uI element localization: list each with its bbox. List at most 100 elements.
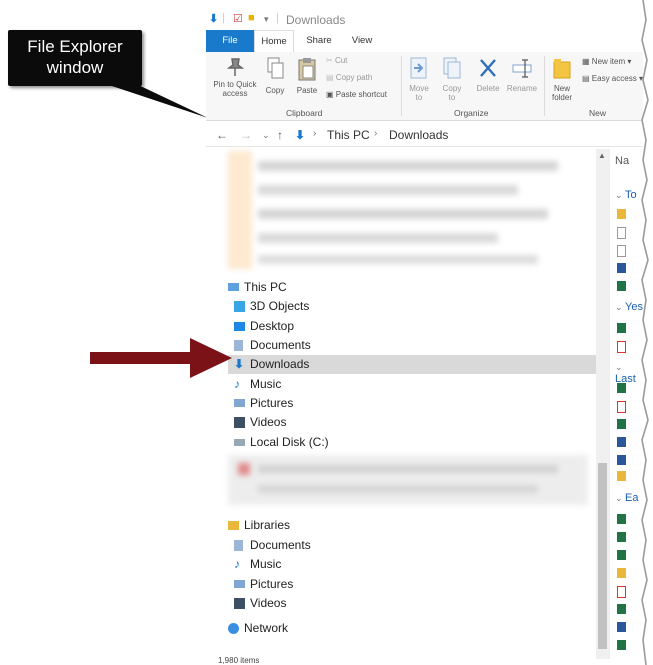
tab-view[interactable]: View (345, 30, 379, 52)
copy-button[interactable]: Copy (262, 56, 288, 95)
address-bar: ← → ⌄ ↑ ⬇ › This PC › Downloads (206, 124, 643, 147)
rename-button[interactable]: Rename (506, 56, 538, 93)
torn-edge (641, 0, 649, 665)
nav-lib-videos[interactable]: Videos (234, 594, 434, 613)
nav-libraries[interactable]: Libraries (228, 516, 428, 535)
nav-pictures[interactable]: Pictures (234, 394, 434, 413)
callout-line-1: File Explorer (27, 37, 123, 56)
tab-home[interactable]: Home (254, 30, 294, 52)
column-header-name[interactable]: Na (615, 155, 629, 167)
nav-libraries-label: Libraries (244, 518, 291, 532)
delete-label: Delete (476, 84, 500, 93)
nav-network-label: Network (244, 621, 289, 635)
breadcrumb-chevron-icon[interactable]: › (313, 128, 316, 139)
chevron-down-icon: ⌄ (615, 302, 626, 312)
excel-icon (617, 550, 626, 560)
nav-lib-documents[interactable]: Documents (234, 536, 434, 555)
copy-path-button[interactable]: ▤ Copy path (326, 73, 372, 82)
pdf-icon (617, 341, 626, 353)
move-to-label-1: Move (409, 84, 429, 93)
window-title: Downloads (286, 13, 346, 27)
scissors-icon: ✂ (326, 56, 333, 65)
pin-icon (226, 58, 245, 76)
pdf-icon (617, 401, 626, 413)
group-header-earlier[interactable]: ⌄ Ea (615, 492, 639, 504)
drive-icon (234, 439, 245, 446)
computer-icon (228, 283, 239, 291)
nav-network[interactable]: Network (228, 619, 428, 638)
copy-label: Copy (265, 86, 285, 95)
group-header-today[interactable]: ⌄ To (615, 189, 637, 201)
up-icon[interactable]: ↑ (277, 128, 283, 142)
properties-icon[interactable]: ☑ (233, 12, 243, 25)
pin-to-quick-access-button[interactable]: Pin to Quick access (210, 56, 260, 98)
pdf-icon (617, 586, 626, 598)
excel-icon (617, 532, 626, 542)
tab-share[interactable]: Share (301, 30, 337, 52)
tab-file[interactable]: File (206, 30, 254, 52)
scroll-up-icon[interactable]: ▲ (598, 151, 606, 160)
new-folder-button[interactable]: New folder (548, 56, 576, 102)
nav-downloads[interactable]: ⬇ Downloads (228, 355, 598, 374)
desktop-icon (234, 322, 245, 331)
nav-3d-objects[interactable]: 3D Objects (234, 297, 434, 316)
move-to-button[interactable]: Move to (406, 56, 432, 102)
rename-label: Rename (506, 84, 538, 93)
breadcrumb-downloads[interactable]: Downloads (389, 128, 448, 142)
nav-lib-music[interactable]: ♪ Music (234, 555, 434, 574)
group-header-yesterday[interactable]: ⌄ Yes (615, 301, 643, 313)
word-icon (617, 622, 626, 632)
pointer-arrow (90, 338, 232, 378)
new-group-label: New (589, 108, 607, 118)
customize-toolbar-icon[interactable]: ▾ (264, 14, 269, 25)
move-to-icon (410, 57, 427, 79)
nav-videos[interactable]: Videos (234, 413, 434, 432)
cut-button[interactable]: ✂ Cut (326, 56, 347, 65)
folder-icon (617, 209, 626, 219)
picture-icon (234, 399, 245, 407)
file-explorer-window: ⬇ | ☑ ■ ▾ | Downloads File Home Share Vi… (206, 8, 643, 665)
nav-lib-pictures-label: Pictures (250, 577, 294, 591)
delete-button[interactable]: Delete (474, 56, 502, 93)
nav-desktop[interactable]: Desktop (234, 317, 434, 336)
nav-documents[interactable]: Documents (234, 336, 434, 355)
breadcrumb-chevron-icon[interactable]: › (374, 128, 377, 139)
new-item-button[interactable]: ▦ New item ▾ (582, 57, 631, 66)
back-icon[interactable]: ← (216, 128, 228, 142)
nav-music-label: Music (250, 377, 282, 391)
easy-access-button[interactable]: ▤ Easy access ▾ (582, 74, 643, 83)
easy-access-icon: ▤ (582, 74, 590, 83)
separator: | (276, 12, 279, 24)
group-header-last-week[interactable]: ⌄ Last (615, 361, 643, 385)
nav-desktop-label: Desktop (250, 319, 295, 333)
paste-shortcut-button[interactable]: ▣ Paste shortcut (326, 90, 387, 99)
nav-local-disk-label: Local Disk (C:) (250, 435, 329, 449)
paste-shortcut-icon: ▣ (326, 90, 334, 99)
nav-local-disk[interactable]: Local Disk (C:) (234, 433, 434, 452)
excel-icon (617, 604, 626, 614)
recent-locations-icon[interactable]: ⌄ (262, 130, 270, 141)
nav-music[interactable]: ♪ Music (234, 375, 434, 394)
ribbon-tabs: File Home Share View (206, 30, 643, 53)
nav-lib-pictures[interactable]: Pictures (234, 575, 434, 594)
down-arrow-icon[interactable]: ⬇ (209, 12, 218, 25)
nav-scrollbar-thumb[interactable] (598, 463, 607, 649)
new-item-label: New item (591, 57, 626, 66)
folder-icon[interactable]: ■ (248, 12, 255, 24)
copy-to-button[interactable]: Copy to (439, 56, 465, 102)
paste-button[interactable]: Paste (294, 56, 320, 95)
nav-this-pc[interactable]: This PC (228, 278, 428, 297)
clipboard-group-label: Clipboard (286, 108, 323, 118)
film-icon (234, 417, 245, 428)
nav-videos-label: Videos (250, 415, 287, 429)
paste-icon (298, 58, 316, 81)
picture-icon (234, 580, 245, 588)
pin-label-2: access (222, 89, 248, 98)
document-icon (234, 540, 243, 551)
forward-icon[interactable]: → (240, 128, 252, 142)
nav-3d-objects-label: 3D Objects (250, 299, 310, 313)
excel-icon (617, 514, 626, 524)
nav-lib-music-label: Music (250, 557, 282, 571)
easy-access-label: Easy access (591, 74, 637, 83)
breadcrumb-this-pc[interactable]: This PC (327, 128, 370, 142)
